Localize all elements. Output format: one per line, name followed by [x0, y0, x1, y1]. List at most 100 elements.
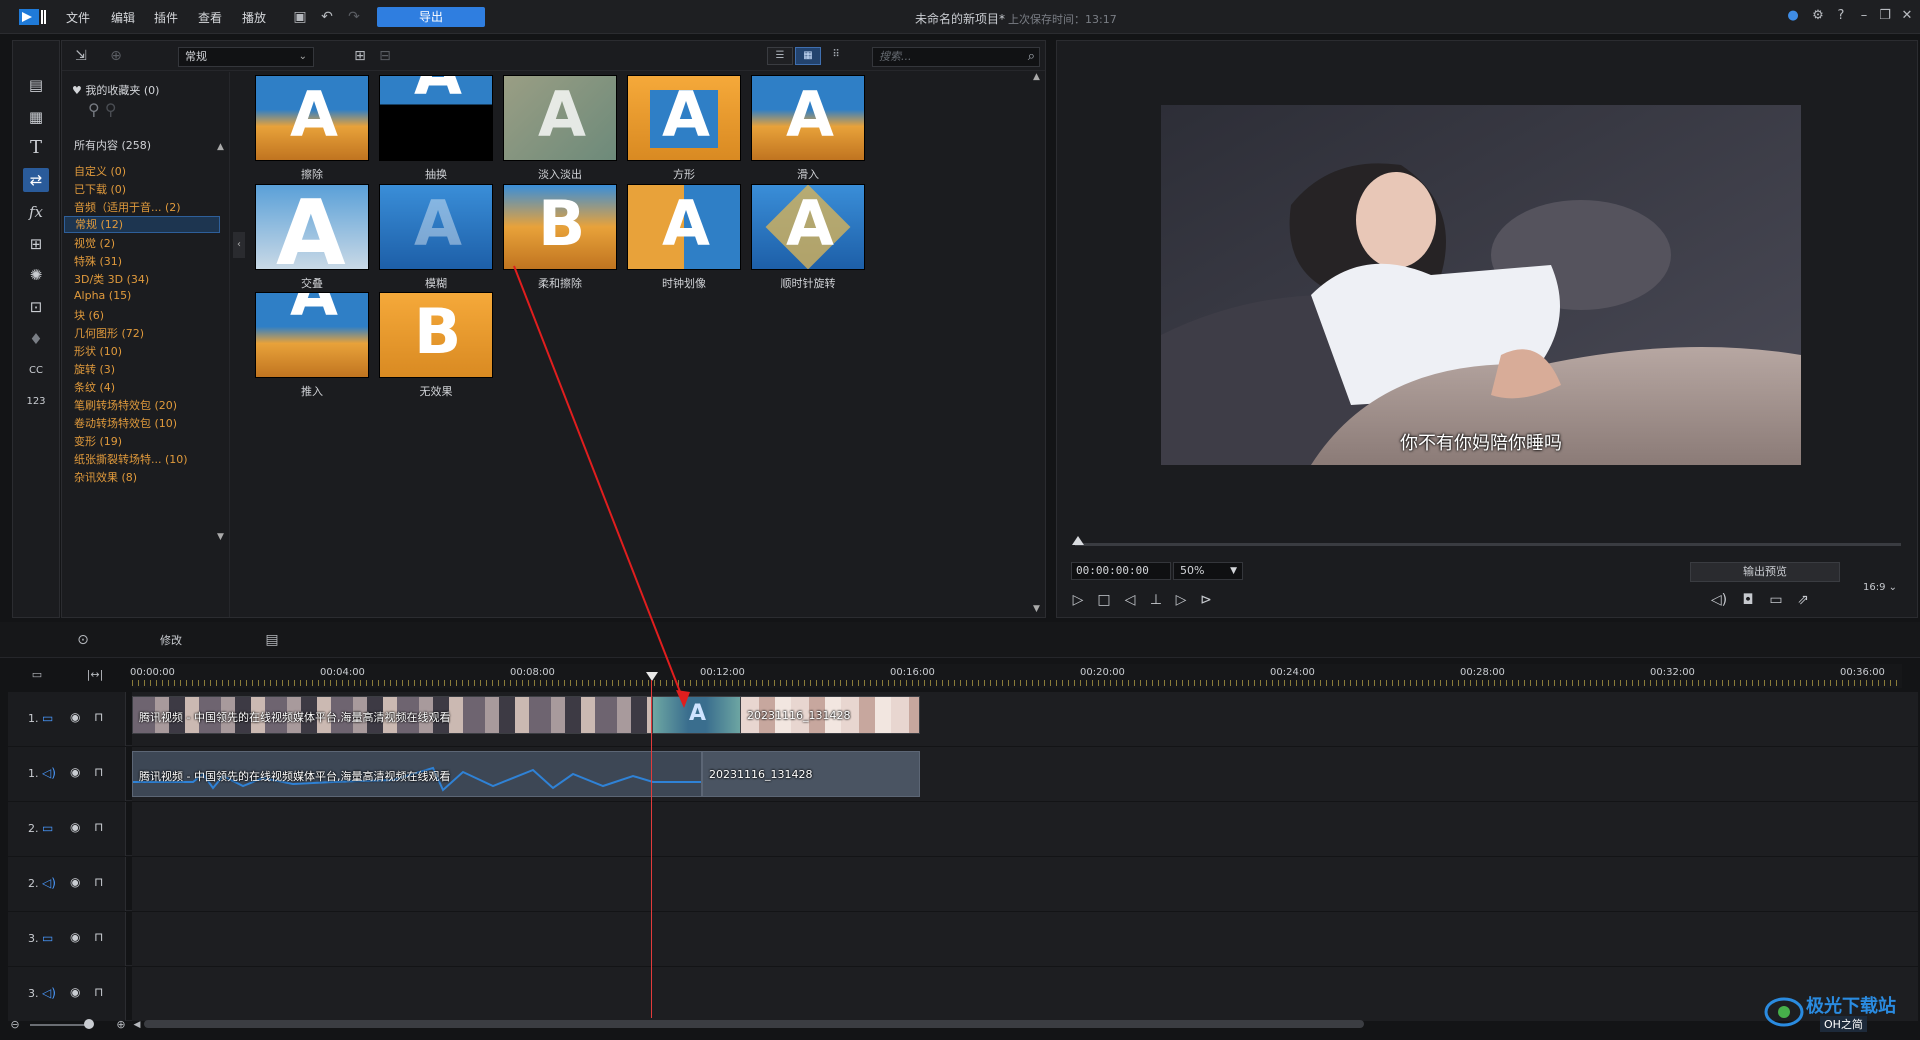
export-button[interactable]: 导出 — [377, 7, 485, 27]
visibility-icon[interactable]: ◉ — [70, 765, 80, 779]
voice-record-icon[interactable]: ♦ — [23, 327, 49, 351]
lock-icon[interactable]: ⊓ — [94, 930, 103, 944]
category-item[interactable]: 3D/类 3D (34) — [74, 271, 149, 287]
category-item[interactable]: 旋转 (3) — [74, 361, 115, 377]
minimize-icon[interactable]: – — [1855, 7, 1873, 25]
snapshot-icon[interactable]: ◘ — [1737, 590, 1759, 610]
undo-icon[interactable]: ↶ — [318, 8, 336, 26]
fast-forward-icon[interactable]: ⊳ — [1195, 590, 1217, 610]
plugin-icon[interactable]: ⊕ — [107, 47, 125, 65]
scroll-up-icon[interactable]: ▲ — [1033, 72, 1040, 82]
category-item[interactable]: 几何图形 (72) — [74, 325, 144, 341]
preview-scrubber[interactable] — [1075, 543, 1901, 546]
visibility-icon[interactable]: ◉ — [70, 820, 80, 834]
lock-icon[interactable]: ⊓ — [94, 765, 103, 779]
aspect-ratio-select[interactable]: 16:9 ⌄ — [1863, 579, 1905, 597]
volume-icon[interactable]: ◁) — [1708, 590, 1730, 610]
apply-all-icon[interactable]: ⊟ — [376, 47, 394, 65]
grid-view-button[interactable]: ▦ — [795, 47, 821, 65]
category-item[interactable]: 已下载 (0) — [74, 181, 126, 197]
audio-clip[interactable]: 20231116_131428 — [702, 751, 920, 797]
category-item[interactable]: 变形 (19) — [74, 433, 122, 449]
import-icon[interactable]: ⇲ — [72, 47, 90, 65]
track-lane[interactable] — [132, 967, 1918, 1021]
effects-room-icon[interactable]: fx — [23, 200, 49, 224]
category-scrollbar[interactable]: ▲ ▼ — [217, 142, 225, 604]
transition-tile[interactable]: A 顺时针旋转 — [746, 181, 870, 293]
category-item[interactable]: 视觉 (2) — [74, 235, 115, 251]
timeline-zoom-slider[interactable] — [30, 1024, 90, 1026]
video-track-icon[interactable]: ▭ — [42, 930, 58, 946]
transition-tile[interactable]: A 滑入 — [746, 72, 870, 184]
transition-tile[interactable]: A 时钟划像 — [622, 181, 746, 293]
media-room-icon[interactable]: ▤ — [23, 73, 49, 97]
track-lane[interactable]: 腾讯视频 - 中国领先的在线视频媒体平台,海量高清视频在线观看 A 20231116… — [132, 692, 1918, 746]
transition-room-icon[interactable]: ⇄ — [23, 168, 49, 192]
transition-clip[interactable]: A — [652, 696, 742, 734]
track-lane[interactable] — [132, 857, 1918, 911]
track-manager-icon[interactable]: ▭ — [28, 666, 46, 684]
restore-icon[interactable]: ❐ — [1876, 7, 1894, 25]
category-item[interactable]: 形状 (10) — [74, 343, 122, 359]
menu-view[interactable]: 查看 — [198, 9, 222, 26]
collapse-panel-button[interactable]: ‹ — [233, 232, 245, 258]
video-clip[interactable]: 20231116_131428 — [740, 696, 920, 734]
close-icon[interactable]: ✕ — [1898, 7, 1916, 25]
lock-icon[interactable]: ⊓ — [94, 710, 103, 724]
category-item[interactable]: 块 (6) — [74, 307, 104, 323]
video-track-icon[interactable]: ▭ — [42, 710, 58, 726]
stop-icon[interactable]: □ — [1093, 590, 1115, 610]
particle-room-icon[interactable]: ✺ — [23, 263, 49, 287]
lock-icon[interactable]: ⊓ — [94, 875, 103, 889]
category-item[interactable]: 特殊 (31) — [74, 253, 122, 269]
category-item[interactable]: 纸张撕裂转场特... (10) — [74, 451, 188, 467]
title-room-icon[interactable]: T — [23, 136, 49, 160]
timeline-ruler[interactable]: 00:00:00 00:04:00 00:08:00 00:12:00 00:16:00… — [130, 664, 1902, 688]
lock-icon[interactable]: ⊓ — [94, 820, 103, 834]
play-icon[interactable]: ▷ — [1067, 590, 1089, 610]
audio-track-icon[interactable]: ◁) — [42, 765, 58, 781]
video-clip[interactable]: 腾讯视频 - 中国领先的在线视频媒体平台,海量高清视频在线观看 — [132, 696, 652, 734]
scroll-up-icon[interactable]: ▲ — [217, 142, 224, 152]
visibility-icon[interactable]: ◉ — [70, 930, 80, 944]
add-to-timeline-icon[interactable]: ⊞ — [351, 47, 369, 65]
audio-track-icon[interactable]: ◁) — [42, 875, 58, 891]
category-item[interactable]: 条纹 (4) — [74, 379, 115, 395]
track-lane[interactable] — [132, 802, 1918, 856]
output-preview-button[interactable]: 输出预览 — [1690, 562, 1840, 582]
visibility-icon[interactable]: ◉ — [70, 710, 80, 724]
display-settings-icon[interactable]: ▭ — [1765, 590, 1787, 610]
subtitle-room-icon[interactable]: CC — [23, 359, 49, 383]
transition-tile[interactable]: A 擦除 — [250, 72, 374, 184]
all-content-item[interactable]: 所有内容 (258) — [74, 137, 151, 153]
transition-tile[interactable]: B 柔和擦除 — [498, 181, 622, 293]
modify-button[interactable]: 修改 — [160, 632, 182, 648]
audio-track-icon[interactable]: ◁) — [42, 985, 58, 1001]
grid-scrollbar[interactable]: ▲ ▼ — [1030, 72, 1044, 617]
category-item[interactable]: Alpha (15) — [74, 289, 131, 302]
transition-tile[interactable]: A 交叠 — [250, 181, 374, 293]
playhead-marker-icon[interactable] — [646, 672, 658, 686]
next-frame-icon[interactable]: ▷ — [1170, 590, 1192, 610]
category-item[interactable]: 音频（适用于音... (2) — [74, 199, 181, 215]
visibility-icon[interactable]: ◉ — [70, 985, 80, 999]
transition-tile[interactable]: A 模糊 — [374, 181, 498, 293]
zoom-out-icon[interactable]: ⊖ — [6, 1016, 24, 1034]
transition-tile[interactable]: B 无效果 — [374, 289, 498, 401]
small-grid-view-button[interactable]: ⠿ — [823, 47, 849, 65]
transition-tile[interactable]: A 方形 — [622, 72, 746, 184]
video-track-icon[interactable]: ▭ — [42, 820, 58, 836]
add-tag-icon[interactable]: ⚲ — [88, 100, 100, 119]
category-item[interactable]: 卷动转场特效包 (10) — [74, 415, 177, 431]
timeline-zoom-knob[interactable] — [84, 1019, 94, 1029]
category-item[interactable]: 常规 (12) — [64, 216, 220, 233]
track-lane[interactable]: 腾讯视频 - 中国领先的在线视频媒体平台,海量高清视频在线观看 20231116_… — [132, 747, 1918, 801]
menu-edit[interactable]: 编辑 — [111, 9, 135, 26]
category-item[interactable]: 笔刷转场特效包 (20) — [74, 397, 177, 413]
crop-room-icon[interactable]: ⊡ — [23, 295, 49, 319]
menu-plugins[interactable]: 插件 — [154, 9, 178, 26]
previous-frame-icon[interactable]: ◁ — [1119, 590, 1141, 610]
search-icon[interactable]: ⌕ — [1028, 48, 1035, 66]
transition-tile[interactable]: A 抽换 — [374, 72, 498, 184]
track-lane[interactable] — [132, 912, 1918, 966]
